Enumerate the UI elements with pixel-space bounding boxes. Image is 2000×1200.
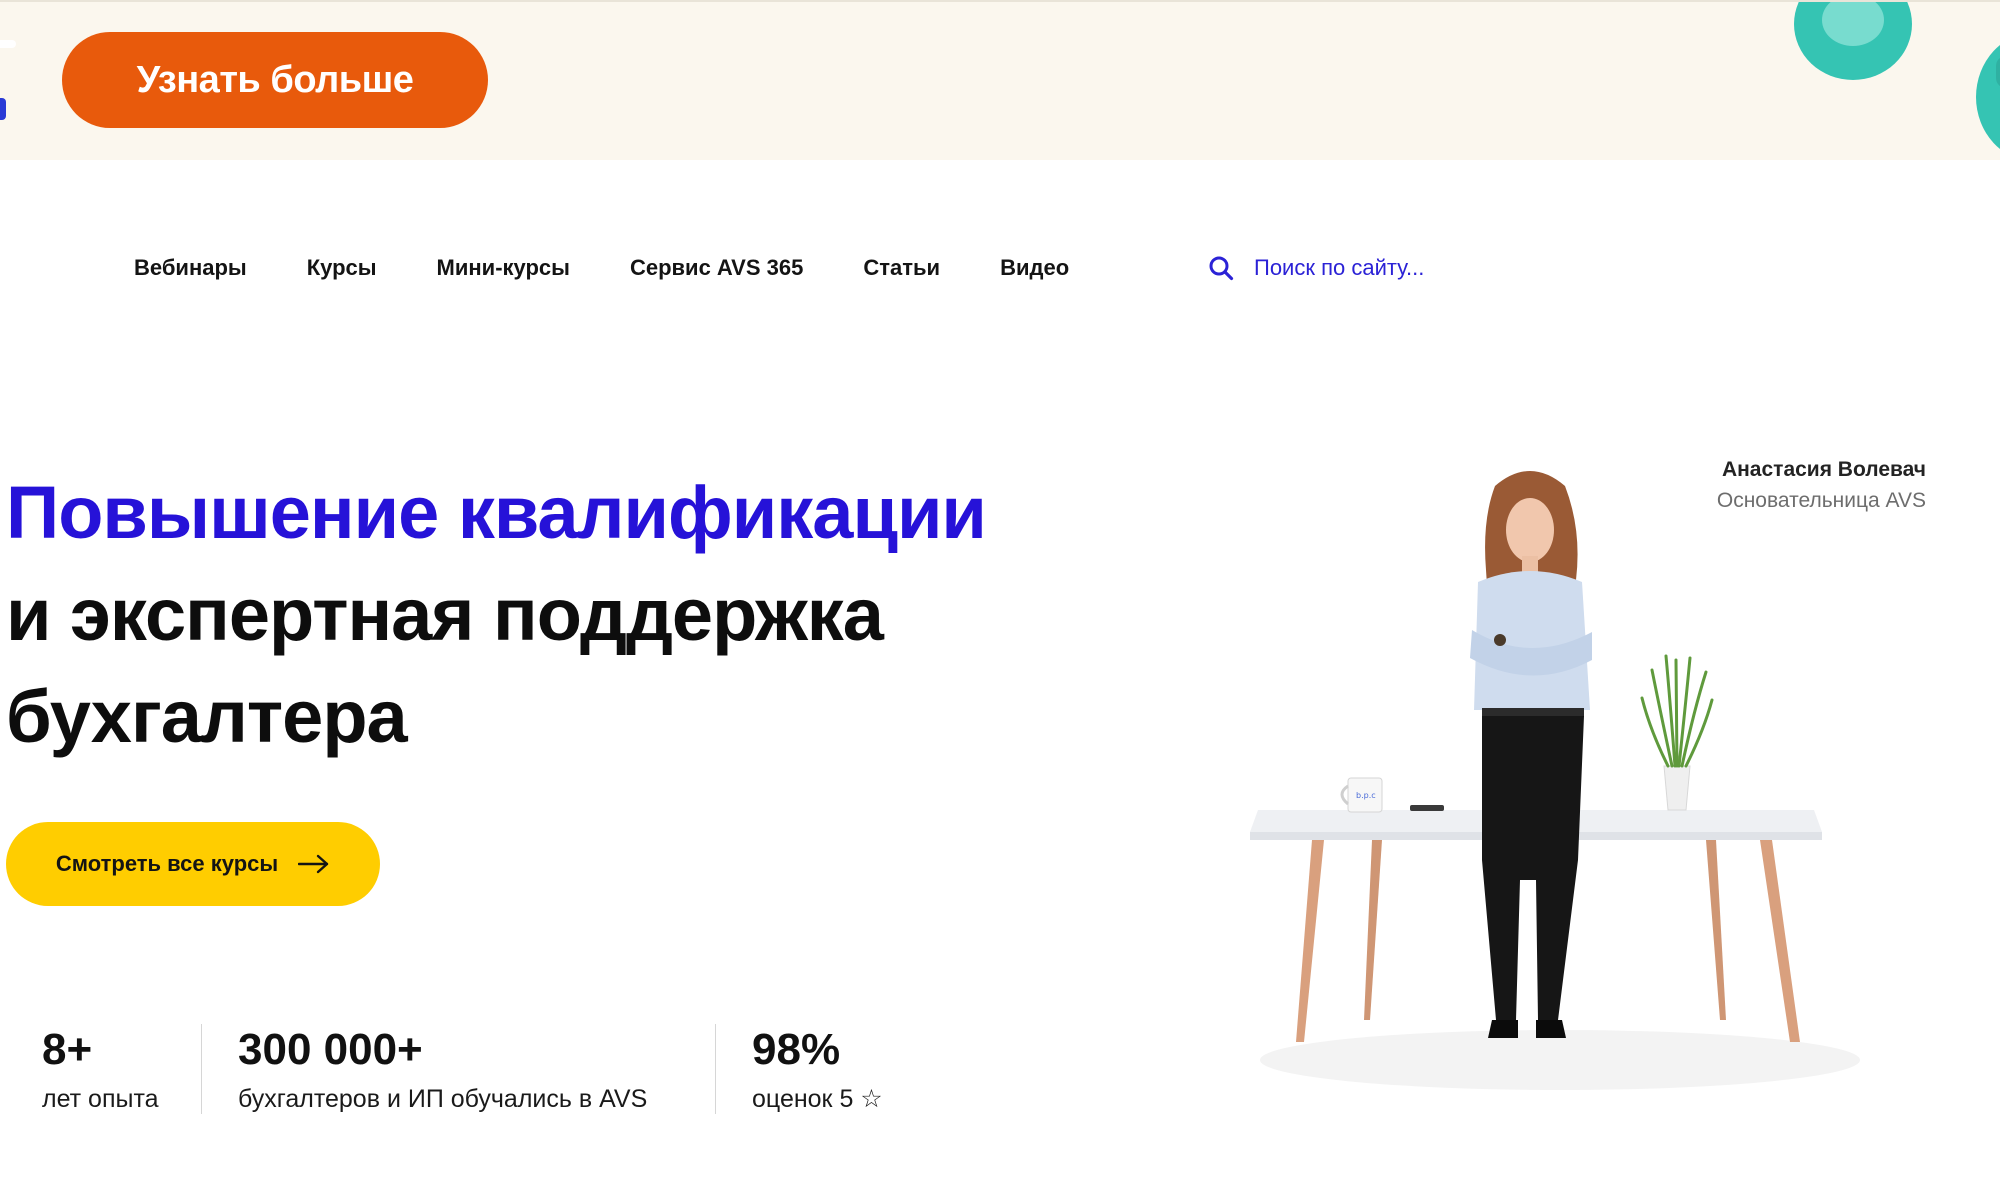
search-input[interactable] [1254, 255, 1574, 281]
search-icon[interactable] [1208, 255, 1234, 281]
stat-students: 300 000+ бухгалтеров и ИП обучались в AV… [238, 1024, 647, 1116]
decor-bubble [1976, 32, 2000, 160]
nav-item-video[interactable]: Видео [1000, 255, 1069, 281]
nav-item-avs365[interactable]: Сервис AVS 365 [630, 255, 803, 281]
view-all-courses-label: Смотреть все курсы [55, 851, 279, 876]
learn-more-button[interactable]: Узнать больше [62, 32, 488, 128]
nav-item-articles[interactable]: Статьи [863, 255, 940, 281]
stat-divider [715, 1024, 716, 1114]
stat-rating: 98% оценок 5 ☆ [752, 1024, 883, 1116]
nav-item-webinars[interactable]: Вебинары [134, 255, 247, 281]
stat-divider [201, 1024, 202, 1114]
hero-title-line: бухгалтера [6, 675, 408, 758]
stat-value: 8+ [42, 1025, 93, 1074]
stat-value: 98% [752, 1025, 841, 1074]
nav-item-courses[interactable]: Курсы [307, 255, 377, 281]
main-nav: Вебинары Курсы Мини-курсы Сервис AVS 365… [134, 248, 1129, 288]
stat-experience: 8+ лет опыта [42, 1024, 159, 1116]
founder-photo: b.p.c [1250, 471, 1860, 1090]
stat-value: 300 000+ [238, 1025, 423, 1074]
decor-bubble [1996, 56, 2000, 88]
svg-text:b.p.c: b.p.c [1356, 791, 1376, 800]
hero-title: Повышение квалификации и экспертная подд… [6, 462, 987, 768]
stat-label: бухгалтеров и ИП обучались в AVS [238, 1085, 648, 1113]
nav-item-mini-courses[interactable]: Мини-курсы [437, 255, 570, 281]
hero-title-accent: Повышение квалификации [6, 471, 987, 554]
founder-role: Основательница AVS [1716, 489, 1926, 512]
stat-label: оценок 5 ☆ [752, 1085, 883, 1113]
arrow-right-icon [298, 854, 329, 874]
founder-name: Анастасия Волевач [1721, 458, 1926, 481]
banner-decoration [0, 40, 16, 48]
hero-title-line: и экспертная поддержка [6, 573, 884, 656]
site-search[interactable] [1208, 248, 1574, 288]
view-all-courses-button[interactable]: Смотреть все курсы [6, 822, 380, 906]
banner-decoration [0, 98, 6, 120]
promo-banner: Узнать больше [0, 0, 2000, 160]
stat-label: лет опыта [42, 1085, 159, 1113]
